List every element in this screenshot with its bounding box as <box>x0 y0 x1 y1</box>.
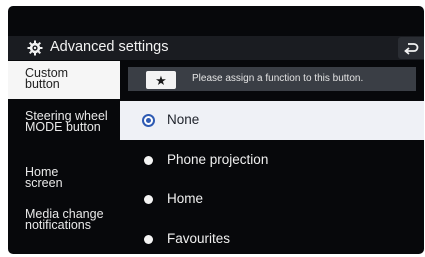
option-label: Phone projection <box>167 152 269 167</box>
option-phone-projection[interactable]: Phone projection <box>120 141 424 180</box>
sidebar-item-steering-wheel-mode-button[interactable]: Steering wheel MODE button <box>8 109 120 155</box>
option-none[interactable]: None <box>120 101 424 140</box>
settings-header: Advanced settings <box>8 36 424 60</box>
infotainment-screen: Advanced settings Custom button Steering… <box>8 6 424 254</box>
info-text: Please assign a function to this button. <box>192 73 364 84</box>
sidebar-item-label: Steering wheel MODE button <box>25 109 108 134</box>
sidebar-item-media-change-notifications[interactable]: Media change notifications <box>8 207 120 253</box>
option-favourites[interactable]: Favourites <box>120 220 424 254</box>
sidebar-item-custom-button[interactable]: Custom button <box>8 61 120 99</box>
gear-icon <box>27 40 43 56</box>
back-arrow-icon <box>404 43 419 55</box>
sidebar-item-label: Custom button <box>25 66 69 91</box>
settings-sidebar: Custom button Steering wheel MODE button… <box>8 61 120 254</box>
option-label: Favourites <box>167 231 231 246</box>
page-title: Advanced settings <box>50 39 169 55</box>
back-button[interactable] <box>398 37 424 59</box>
options-panel: ★ Please assign a function to this butto… <box>120 61 424 254</box>
sidebar-item-label: Media change notifications <box>25 207 104 232</box>
sidebar-item-home-screen[interactable]: Home screen <box>8 165 120 201</box>
radio-selected-icon <box>142 114 155 127</box>
option-home[interactable]: Home <box>120 180 424 219</box>
radio-icon <box>144 156 153 165</box>
radio-icon <box>144 195 153 204</box>
sidebar-item-label: Home screen <box>25 165 63 190</box>
star-icon: ★ <box>146 71 176 89</box>
info-bar: ★ Please assign a function to this butto… <box>128 67 416 91</box>
option-label: Home <box>167 191 204 206</box>
radio-icon <box>144 235 153 244</box>
option-label: None <box>167 112 200 127</box>
